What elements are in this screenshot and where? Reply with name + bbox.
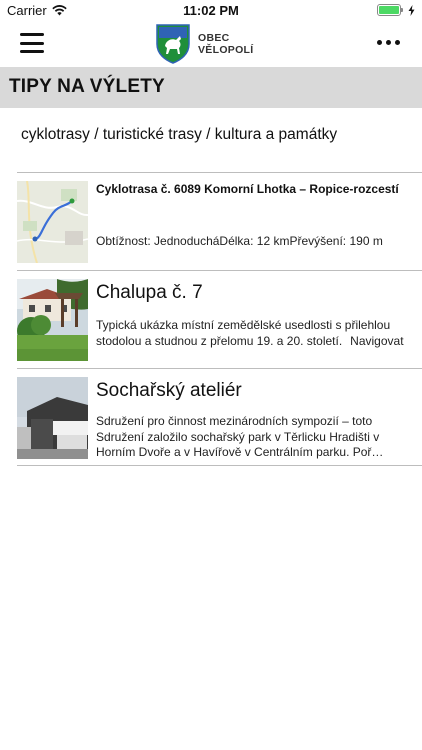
- hamburger-icon-bar: [20, 33, 44, 36]
- list-item[interactable]: Sochařský ateliér Sdružení pro činnost m…: [17, 368, 422, 466]
- trip-list: Cyklotrasa č. 6089 Komorní Lhotka – Ropi…: [17, 172, 422, 466]
- item-description: Obtížnost: JednoducháDélka: 12 kmPřevýše…: [96, 234, 383, 248]
- logo-text: OBEC VĚLOPOLÍ: [198, 32, 254, 56]
- logo-line-2: VĚLOPOLÍ: [198, 44, 254, 56]
- municipality-logo[interactable]: OBEC VĚLOPOLÍ: [156, 24, 254, 64]
- coat-of-arms-icon: [156, 24, 190, 64]
- more-dots-icon-dot: [386, 40, 391, 45]
- logo-line-1: OBEC: [198, 32, 230, 44]
- item-title: Cyklotrasa č. 6089 Komorní Lhotka – Ropi…: [96, 182, 399, 196]
- item-description-block: Typická ukázka místní zemědělské usedlos…: [96, 318, 418, 349]
- more-button[interactable]: [377, 40, 400, 45]
- map-thumbnail: [17, 181, 88, 263]
- page-title: TIPY NA VÝLETY: [9, 76, 165, 97]
- item-title: Chalupa č. 7: [96, 282, 203, 303]
- item-title: Sochařský ateliér: [96, 380, 242, 401]
- item-description: Sdružení pro činnost mezinárodních sympo…: [96, 414, 384, 459]
- category-filter[interactable]: cyklotrasy / turistické trasy / kultura …: [21, 126, 337, 144]
- status-right: [377, 4, 415, 16]
- bolt-icon: [408, 4, 415, 16]
- hamburger-icon-bar: [20, 41, 44, 45]
- status-bar: Carrier 11:02 PM: [0, 0, 422, 22]
- item-description: Typická ukázka místní zemědělské usedlos…: [96, 318, 391, 348]
- cottage-photo: [17, 279, 88, 361]
- status-time: 11:02 PM: [183, 3, 239, 18]
- battery-fill: [379, 6, 399, 14]
- more-dots-icon-dot: [395, 40, 400, 45]
- hamburger-icon-bar: [20, 50, 44, 53]
- navigate-link[interactable]: Navigovat: [350, 334, 403, 348]
- studio-photo: [17, 377, 88, 459]
- battery-icon: [377, 4, 403, 16]
- list-item[interactable]: Chalupa č. 7 Typická ukázka místní zeměd…: [17, 270, 422, 368]
- nav-bar: OBEC VĚLOPOLÍ: [0, 22, 422, 66]
- more-dots-icon-dot: [377, 40, 382, 45]
- list-item[interactable]: Cyklotrasa č. 6089 Komorní Lhotka – Ropi…: [17, 172, 422, 270]
- section-header: TIPY NA VÝLETY: [0, 67, 422, 108]
- menu-button[interactable]: [20, 33, 44, 53]
